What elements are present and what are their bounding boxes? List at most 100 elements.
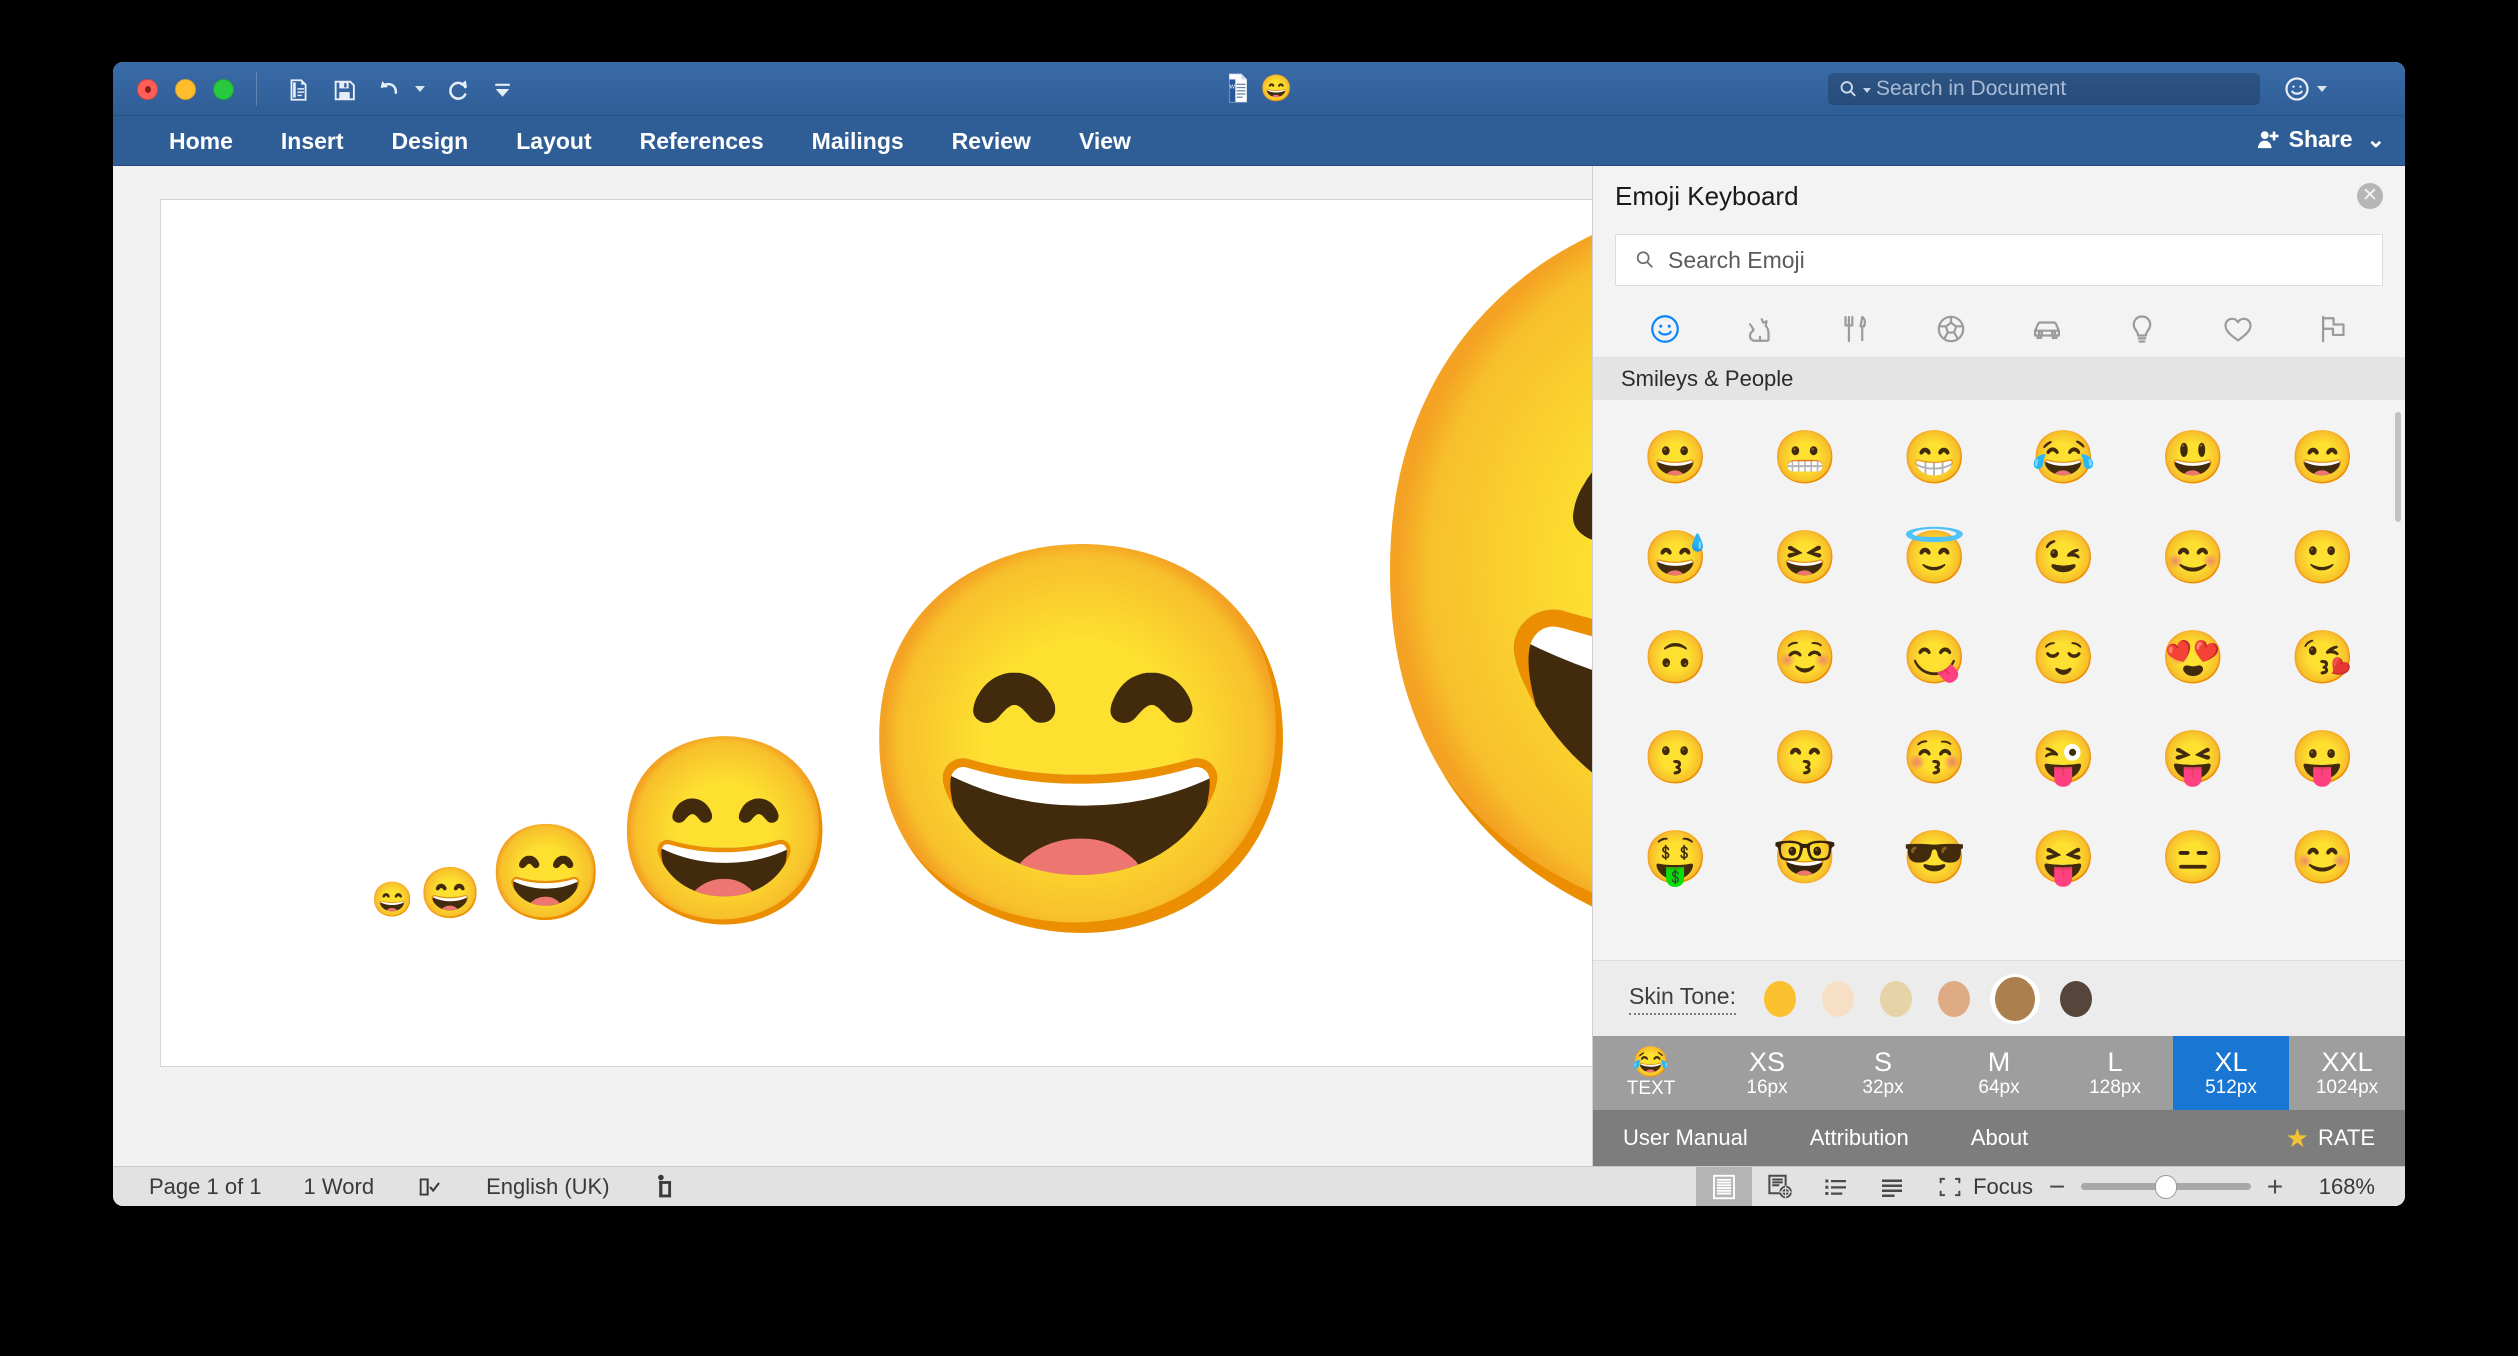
emoji-cell[interactable]: 😎 <box>1870 808 1999 908</box>
page-count-label[interactable]: Page 1 of 1 <box>149 1174 262 1200</box>
zoom-slider[interactable] <box>2081 1175 2251 1199</box>
travel-places-category[interactable] <box>1999 306 2095 352</box>
spellcheck-icon[interactable] <box>416 1173 444 1201</box>
emoji-cell[interactable]: 😍 <box>2128 608 2257 708</box>
tab-mailings[interactable]: Mailings <box>788 116 928 167</box>
emoji-cell[interactable]: ☺️ <box>1740 608 1869 708</box>
outline-view-button[interactable] <box>1808 1167 1864 1206</box>
skin-tone-swatch[interactable] <box>1989 973 2040 1024</box>
undo-icon[interactable] <box>371 74 405 106</box>
emoji-cell[interactable]: 😇 <box>1870 508 1999 608</box>
emoji-cell[interactable]: 😉 <box>1999 508 2128 608</box>
zoom-slider-thumb[interactable] <box>2155 1175 2177 1199</box>
panel-link-attribution[interactable]: Attribution <box>1810 1125 1909 1151</box>
undo-dropdown-caret-icon[interactable] <box>413 82 427 96</box>
emoji-size-512px[interactable]: XL 512px <box>2173 1036 2289 1110</box>
emoji-cell[interactable]: 😗 <box>1611 708 1740 808</box>
smileys-people-category[interactable] <box>1617 306 1713 352</box>
tab-view[interactable]: View <box>1055 116 1155 167</box>
emoji-cell[interactable]: 😅 <box>1611 508 1740 608</box>
tab-review[interactable]: Review <box>928 116 1055 167</box>
web-layout-view-button[interactable] <box>1752 1167 1808 1206</box>
activity-category[interactable] <box>1904 306 2000 352</box>
emoji-cell[interactable]: 😑 <box>2128 808 2257 908</box>
tab-design[interactable]: Design <box>368 116 493 167</box>
emoji-cell[interactable]: 😆 <box>1740 508 1869 608</box>
objects-category[interactable] <box>2095 306 2191 352</box>
emoji-cell[interactable]: 😙 <box>1740 708 1869 808</box>
focus-mode-button[interactable]: Focus <box>1936 1173 2033 1201</box>
emoji-cell[interactable]: 😄 <box>2258 408 2387 508</box>
emoji-size-16px[interactable]: XS 16px <box>1709 1036 1825 1110</box>
document-page[interactable]: 😄😄😄😄😄😄 <box>160 199 1592 1067</box>
close-window-button[interactable] <box>137 79 158 100</box>
emoji-cell[interactable]: 😁 <box>1870 408 1999 508</box>
animals-nature-category[interactable] <box>1713 306 1809 352</box>
share-button[interactable]: Share <box>2255 126 2353 153</box>
emoji-grid-scrollbar[interactable] <box>2395 404 2403 956</box>
emoji-search-input[interactable]: Search Emoji <box>1615 234 2383 286</box>
document-pane[interactable]: 😄😄😄😄😄😄 <box>113 166 1592 1166</box>
emoji-cell[interactable]: 😝 <box>1999 808 2128 908</box>
emoji-size-64px[interactable]: M 64px <box>1941 1036 2057 1110</box>
emoji-cell[interactable]: 🤓 <box>1740 808 1869 908</box>
panel-search-wrapper: Search Emoji <box>1593 226 2405 300</box>
print-layout-view-button[interactable] <box>1696 1167 1753 1206</box>
skin-tone-swatch[interactable] <box>2054 977 2098 1021</box>
emoji-size-128px[interactable]: L 128px <box>2057 1036 2173 1110</box>
draft-view-button[interactable] <box>1864 1167 1920 1206</box>
emoji-cell[interactable]: 😂 <box>1999 408 2128 508</box>
emoji-cell[interactable]: 😌 <box>1999 608 2128 708</box>
tab-references[interactable]: References <box>616 116 788 167</box>
emoji-cell[interactable]: 😊 <box>2258 808 2387 908</box>
tab-home[interactable]: Home <box>145 116 257 167</box>
ribbon-collapse-chevron-icon[interactable]: ⌄ <box>2367 127 2385 153</box>
word-count-label[interactable]: 1 Word <box>304 1174 375 1200</box>
close-panel-button[interactable]: ✕ <box>2357 183 2383 209</box>
skin-tone-swatch[interactable] <box>1874 977 1918 1021</box>
text-direction-icon[interactable] <box>652 1173 678 1201</box>
search-in-document-field[interactable]: Search in Document <box>1828 73 2260 105</box>
language-label[interactable]: English (UK) <box>486 1174 609 1200</box>
emoji-size-1024px[interactable]: XXL 1024px <box>2289 1036 2405 1110</box>
minimize-window-button[interactable] <box>175 79 196 100</box>
flags-category[interactable] <box>2286 306 2382 352</box>
save-icon[interactable] <box>327 74 361 106</box>
zoom-out-button[interactable]: − <box>2047 1172 2067 1201</box>
zoom-in-button[interactable]: + <box>2265 1172 2285 1201</box>
emoji-cell[interactable]: 🤑 <box>1611 808 1740 908</box>
symbols-category[interactable] <box>2190 306 2286 352</box>
food-drink-category[interactable] <box>1808 306 1904 352</box>
search-scope-caret-icon[interactable] <box>1863 88 1871 93</box>
emoji-cell[interactable]: 😝 <box>2128 708 2257 808</box>
zoom-level-label[interactable]: 168% <box>2299 1174 2375 1200</box>
emoji-cell[interactable]: 😀 <box>1611 408 1740 508</box>
new-document-icon[interactable] <box>281 74 315 106</box>
customize-toolbar-icon[interactable] <box>485 74 519 106</box>
skin-tone-swatch[interactable] <box>1932 977 1976 1021</box>
emoji-addin-menu[interactable] <box>2283 75 2327 103</box>
emoji-cell[interactable]: 😘 <box>2258 608 2387 708</box>
emoji-cell[interactable]: 😛 <box>2258 708 2387 808</box>
emoji-size-TEXT[interactable]: 😂 TEXT <box>1593 1036 1709 1110</box>
emoji-cell[interactable]: 😃 <box>2128 408 2257 508</box>
tab-layout[interactable]: Layout <box>492 116 615 167</box>
redo-icon[interactable] <box>441 74 475 106</box>
emoji-cell[interactable]: 😬 <box>1740 408 1869 508</box>
emoji-cell[interactable]: 😋 <box>1870 608 1999 708</box>
maximize-window-button[interactable] <box>213 79 234 100</box>
rate-link[interactable]: ★ RATE <box>2286 1125 2375 1151</box>
emoji-cell[interactable]: 😊 <box>2128 508 2257 608</box>
skin-tone-swatch[interactable] <box>1816 977 1860 1021</box>
emoji-cell[interactable]: 😚 <box>1870 708 1999 808</box>
tab-insert[interactable]: Insert <box>257 116 368 167</box>
emoji-cell[interactable]: 🙂 <box>2258 508 2387 608</box>
panel-link-about[interactable]: About <box>1971 1125 2029 1151</box>
skin-tone-swatch[interactable] <box>1758 977 1802 1021</box>
emoji-size-32px[interactable]: S 32px <box>1825 1036 1941 1110</box>
emoji-cell[interactable]: 😜 <box>1999 708 2128 808</box>
emoji-grid-scrollbar-thumb[interactable] <box>2395 412 2401 522</box>
panel-link-user-manual[interactable]: User Manual <box>1623 1125 1748 1151</box>
svg-text:W: W <box>1230 85 1236 91</box>
emoji-cell[interactable]: 🙃 <box>1611 608 1740 708</box>
